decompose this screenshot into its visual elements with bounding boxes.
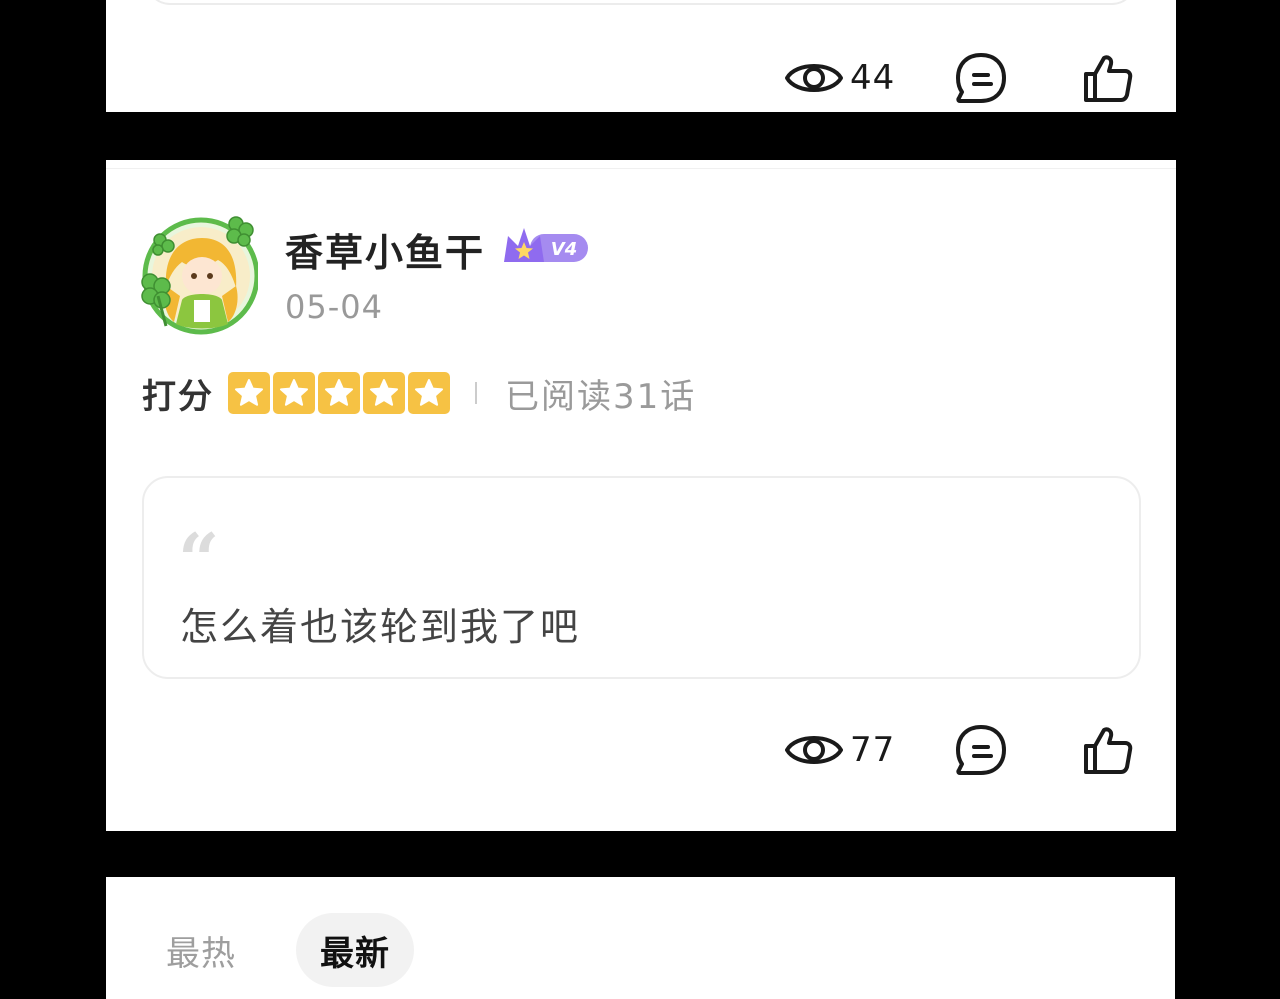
previous-post-actions: 44 (106, 48, 1176, 108)
quote-mark-icon: “ (178, 517, 220, 602)
comment-bubble-icon (956, 725, 1006, 775)
avatar[interactable] (136, 216, 258, 338)
comment-card: 香草小鱼干 V4 05-04 打分 已阅读31话 “ 怎么着也该轮到我了吧 77 (106, 160, 1176, 831)
star-icon (228, 372, 270, 414)
views-counter[interactable]: 77 (784, 720, 895, 780)
thumbs-up-icon (1084, 727, 1133, 774)
comment-content-box[interactable]: “ 怎么着也该轮到我了吧 (142, 476, 1141, 679)
tab-new[interactable]: 最新 (296, 913, 414, 987)
previous-post-card: 44 (106, 0, 1176, 112)
star-icon (273, 372, 315, 414)
star-icon (318, 372, 360, 414)
star-icon (363, 372, 405, 414)
views-count: 77 (850, 730, 896, 770)
level-badge: V4 (504, 228, 588, 262)
previous-quote-box-edge (146, 0, 1136, 5)
comment-bubble-icon (956, 53, 1006, 103)
rating-label: 打分 (142, 376, 214, 417)
tab-hot[interactable]: 最热 (146, 913, 256, 987)
star-icon (408, 372, 450, 414)
like-button[interactable] (1082, 720, 1134, 780)
eye-icon (785, 64, 843, 92)
level-text: V4 (551, 239, 577, 260)
eye-icon (785, 736, 843, 764)
thumbs-up-icon (1084, 55, 1133, 102)
views-count: 44 (850, 58, 896, 98)
username[interactable]: 香草小鱼干 (285, 222, 485, 277)
post-date: 05-04 (285, 288, 383, 326)
like-button[interactable] (1082, 48, 1134, 108)
comment-button[interactable] (954, 720, 1008, 780)
comment-text: 怎么着也该轮到我了吧 (180, 605, 581, 649)
rating-row: 打分 已阅读31话 (142, 370, 697, 417)
comment-button[interactable] (954, 48, 1008, 108)
read-progress: 已阅读31话 (505, 376, 697, 417)
sort-bar: 最热 最新 (106, 877, 1175, 999)
comment-actions: 77 (106, 720, 1176, 780)
star-rating (228, 372, 453, 414)
divider (106, 168, 1176, 169)
separator (475, 382, 477, 404)
views-counter[interactable]: 44 (784, 48, 895, 108)
